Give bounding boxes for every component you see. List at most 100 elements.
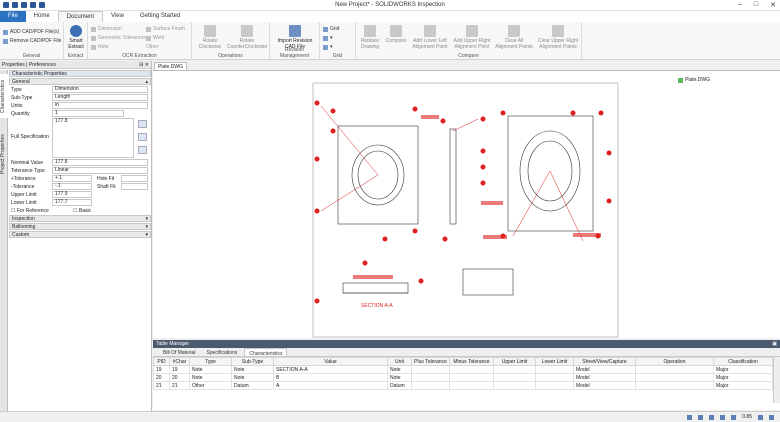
for-reference-checkbox[interactable]: ☐ For Reference [11, 208, 49, 214]
file-label[interactable]: Plate.DWG [678, 77, 710, 83]
table-scrollbar[interactable] [773, 357, 780, 403]
prev-page-icon[interactable] [698, 414, 704, 420]
balloon-marker[interactable] [480, 164, 486, 170]
nominal-input[interactable]: 177.8 [52, 159, 148, 166]
basic-checkbox[interactable]: ☐ Basic [73, 208, 91, 214]
balloon-marker[interactable] [412, 228, 418, 234]
section-ballooning[interactable]: Ballooning ▾ [9, 223, 151, 230]
column-header[interactable]: Minus Tolerance [449, 357, 494, 366]
maximize-icon[interactable]: □ [754, 1, 758, 9]
column-header[interactable]: Sub-Type [231, 357, 274, 366]
tab-bill-of-material[interactable]: Bill Of Material [159, 348, 200, 356]
balloon-marker[interactable] [330, 128, 336, 134]
drawing-canvas[interactable]: SECTION A-A [153, 70, 780, 338]
replace-drawing-button[interactable]: Replace Drawing [357, 25, 383, 50]
grid-options-2[interactable]: ▾ [323, 44, 333, 50]
grid-options-1[interactable]: ▾ [323, 35, 333, 41]
balloon-marker[interactable] [500, 110, 506, 116]
balloon-marker[interactable] [570, 110, 576, 116]
balloon-marker[interactable] [606, 150, 612, 156]
type-select[interactable]: Dimension [52, 86, 148, 93]
first-page-icon[interactable] [687, 414, 693, 420]
ocr-note-button[interactable]: Note [91, 44, 109, 50]
ocr-surface-finish-button[interactable]: Surface Finish [146, 26, 185, 32]
pin-icon[interactable]: ▣ [772, 341, 777, 347]
add-lower-left-button[interactable]: Add Lower Left Alignment Point [410, 25, 450, 50]
tab-document[interactable]: Document [57, 11, 104, 22]
full-spec-input[interactable]: 177.8 [52, 118, 134, 158]
balloon-marker[interactable] [362, 260, 368, 266]
smart-extract-button[interactable]: Smart Extract [66, 25, 86, 50]
pin-icon[interactable]: ⊟ [139, 62, 143, 68]
ocr-other-button[interactable]: Other [146, 44, 159, 50]
column-header[interactable]: Unit [387, 357, 412, 366]
shaft-fit-select[interactable] [121, 183, 148, 190]
lower-limit-input[interactable]: 177.7 [52, 199, 92, 206]
tab-file[interactable]: File [0, 11, 26, 22]
add-upper-right-button[interactable]: Add Upper Right Alignment Point [452, 25, 492, 50]
column-header[interactable]: Plus Tolerance [411, 357, 450, 366]
subtype-select[interactable]: Length [52, 94, 148, 101]
balloon-marker[interactable] [330, 108, 336, 114]
ocr-dimension-button[interactable]: Dimension [91, 26, 122, 32]
hole-fit-select[interactable] [121, 175, 148, 182]
balloon-marker[interactable] [606, 198, 612, 204]
rotate-clockwise-button[interactable]: Rotate Clockwise [195, 25, 225, 50]
balloon-marker[interactable] [412, 106, 418, 112]
table-row[interactable]: 19 19 Note Note SECTION A-A Note Model Major [153, 365, 773, 374]
balloon-marker[interactable] [314, 156, 320, 162]
tolerance-type-select[interactable]: Linear [52, 167, 148, 174]
tab-view[interactable]: View [103, 11, 132, 22]
upper-limit-input[interactable]: 177.9 [52, 191, 92, 198]
fit-page-icon[interactable] [769, 414, 774, 420]
balloon-marker[interactable] [480, 180, 486, 186]
tab-specifications[interactable]: Specifications [203, 348, 242, 356]
plus-tolerance-input[interactable]: +.1 [52, 175, 92, 182]
minimize-icon[interactable]: – [738, 1, 742, 9]
table-row[interactable]: 21 21 Other Datum A Datum Model Major [153, 381, 773, 390]
spec-text-icon[interactable] [138, 146, 147, 154]
clear-all-alignment-button[interactable]: Clear All Alignment Points [494, 25, 534, 50]
tab-project-properties[interactable]: Project Properties [0, 124, 8, 184]
last-page-icon[interactable] [720, 414, 726, 420]
column-header[interactable]: PID [153, 357, 170, 366]
add-file-button[interactable]: ADD CAD/PDF File(s) [3, 29, 59, 35]
compare-button[interactable]: Compare [384, 25, 408, 44]
quantity-input[interactable]: 1 [52, 110, 124, 117]
minus-tolerance-input[interactable]: -.1 [52, 183, 92, 190]
spec-symbol-icon[interactable] [138, 120, 147, 128]
next-page-icon[interactable] [709, 414, 715, 420]
section-custom[interactable]: Custom ▾ [9, 231, 151, 238]
balloon-marker[interactable] [480, 116, 486, 122]
column-header[interactable]: #Char [169, 357, 190, 366]
balloon-marker[interactable] [598, 110, 604, 116]
balloon-marker[interactable] [314, 298, 320, 304]
close-icon[interactable]: ✕ [770, 1, 776, 9]
balloon-marker[interactable] [442, 236, 448, 242]
ocr-gdt-button[interactable]: Geometric Tolerances [91, 35, 147, 41]
column-header[interactable]: Value [273, 357, 388, 366]
ocr-weld-button[interactable]: Weld [146, 35, 164, 41]
zoom-in-icon[interactable] [758, 414, 763, 420]
close-icon[interactable]: ✕ [145, 62, 149, 68]
clear-upper-right-button[interactable]: Clear Upper Right Alignment Points [536, 25, 580, 50]
section-inspection[interactable]: Inspection ▾ [9, 215, 151, 222]
column-header[interactable]: Operation [635, 357, 714, 366]
balloon-marker[interactable] [440, 118, 446, 124]
balloon-marker[interactable] [314, 100, 320, 106]
zoom-out-icon[interactable] [731, 414, 737, 420]
drawing-tab[interactable]: Plate.DWG [154, 62, 188, 70]
table-row[interactable]: 20 20 Note Note B Note Model Major [153, 373, 773, 382]
tab-characteristics-table[interactable]: Characteristics [244, 348, 288, 357]
column-header[interactable]: Lower Limit [535, 357, 574, 366]
spec-image-icon[interactable] [138, 133, 147, 141]
balloon-marker[interactable] [480, 148, 486, 154]
grid-toggle[interactable]: Grid [323, 26, 339, 32]
remove-file-button[interactable]: Remove CAD/PDF File [3, 38, 61, 44]
balloon-marker[interactable] [418, 278, 424, 284]
column-header[interactable]: Sheet/View/Capture [573, 357, 636, 366]
section-general[interactable]: General ▴ [9, 78, 151, 85]
balloon-marker[interactable] [382, 236, 388, 242]
rotate-ccw-button[interactable]: Rotate CounterClockwise [226, 25, 268, 50]
units-select[interactable]: in [52, 102, 148, 109]
